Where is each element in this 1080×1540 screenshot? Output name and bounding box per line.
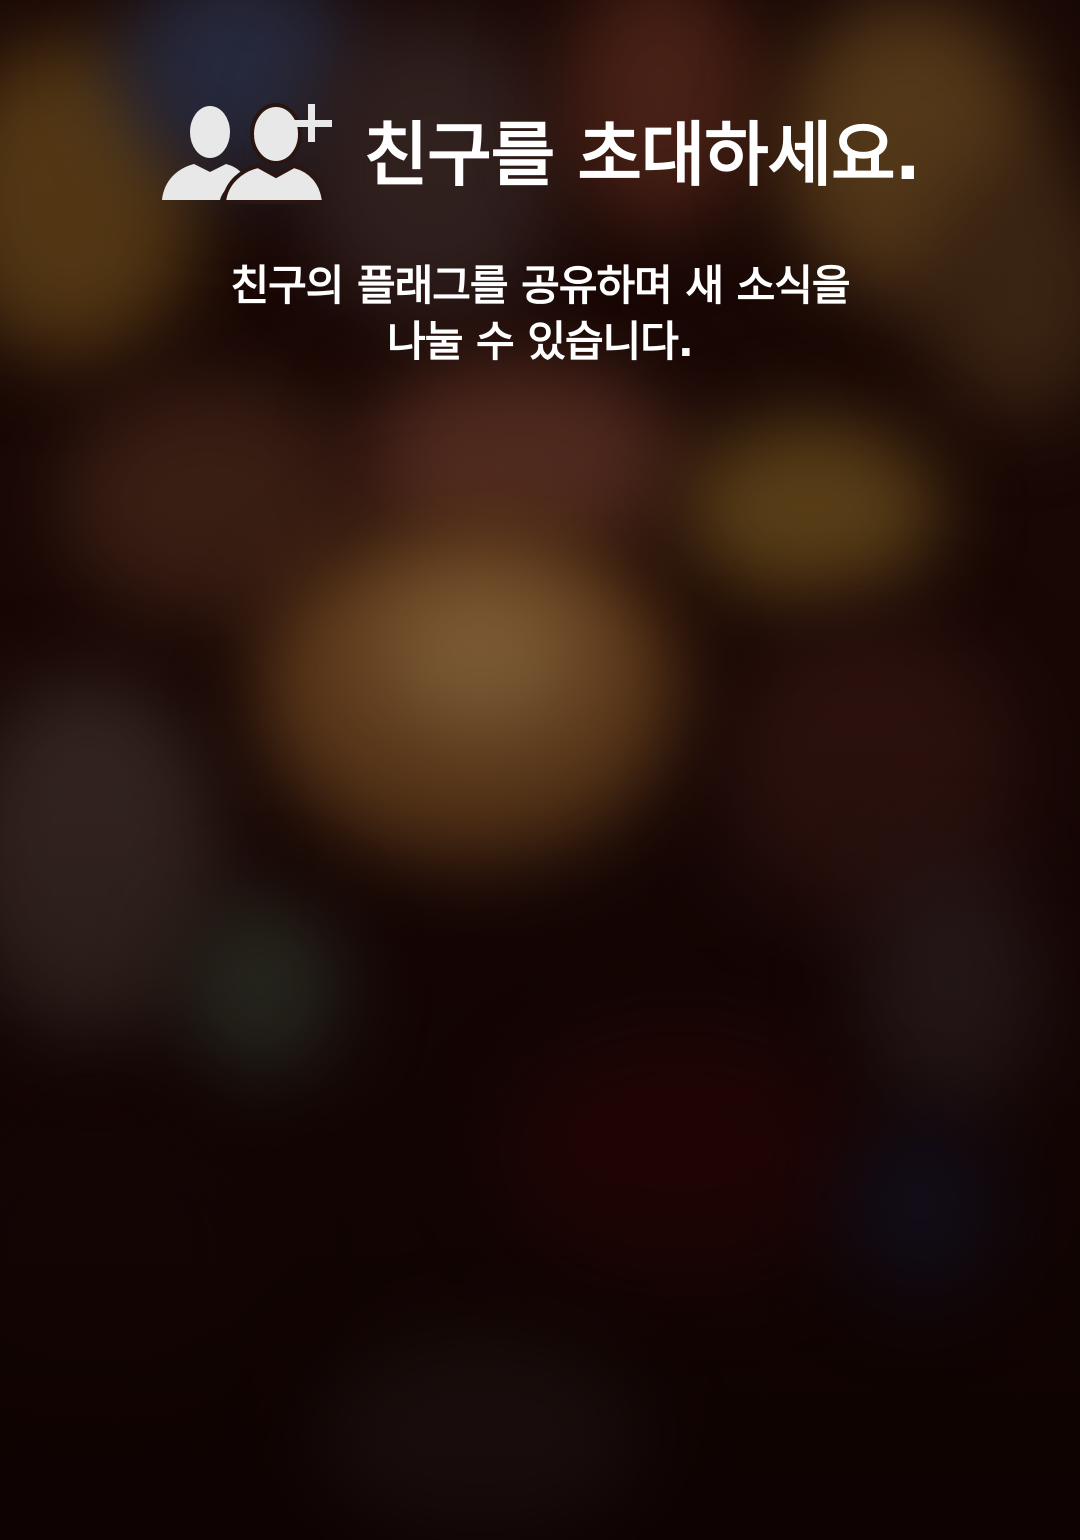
dark-overlay	[0, 0, 1080, 1540]
page-title: 친구를 초대하세요.	[363, 114, 921, 196]
add-friends-icon	[161, 103, 332, 204]
header: 친구를 초대하세요.	[0, 96, 1080, 206]
description: 친구의 플래그를 공유하며 새 소식을 나눌 수 있습니다.	[140, 258, 940, 370]
description-line-2: 나눌 수 있습니다.	[387, 317, 694, 366]
description-line-1: 친구의 플래그를 공유하며 새 소식을	[230, 261, 850, 310]
